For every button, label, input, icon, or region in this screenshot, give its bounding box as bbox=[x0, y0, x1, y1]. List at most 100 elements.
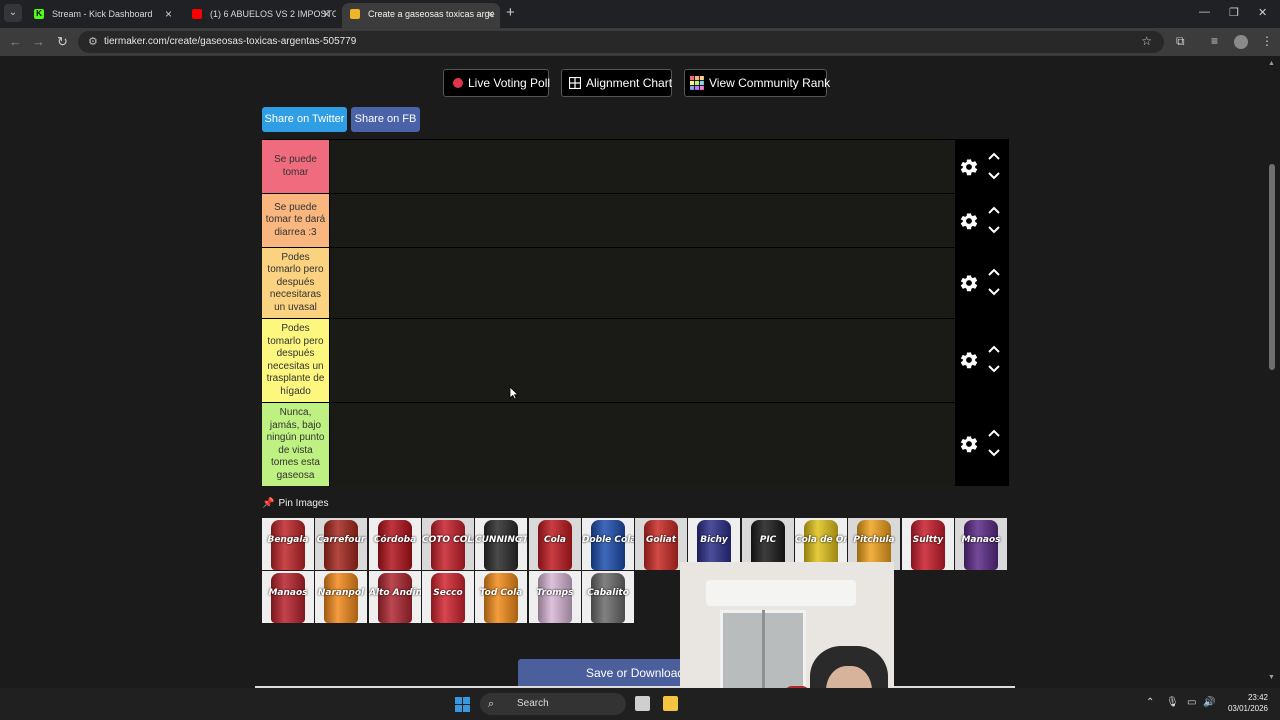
soda-image-tile[interactable]: Manaos bbox=[955, 518, 1007, 570]
soda-brand-label: Goliat bbox=[645, 535, 677, 545]
move-up-chevron-icon[interactable] bbox=[987, 428, 1001, 438]
soda-image-tile[interactable]: Sultty bbox=[902, 518, 954, 570]
browser-menu-icon[interactable]: ⋮ bbox=[1261, 34, 1273, 48]
soda-image-tile[interactable]: Tod Cola bbox=[475, 571, 527, 623]
microphone-icon[interactable]: 🎙 bbox=[1166, 697, 1179, 708]
scroll-down-arrow-icon[interactable]: ▼ bbox=[1268, 674, 1275, 681]
tier-colors-icon bbox=[690, 76, 704, 90]
tier-drop-zone[interactable] bbox=[329, 194, 955, 247]
air-conditioner bbox=[706, 580, 856, 606]
tier-drop-zone[interactable] bbox=[329, 248, 955, 318]
clock-time: 23:42 bbox=[1247, 693, 1268, 702]
tab-tiermaker[interactable]: Create a gaseosas toxicas arge × bbox=[342, 3, 500, 28]
tab-title: Create a gaseosas toxicas arge bbox=[368, 9, 495, 19]
network-icon[interactable]: ▭ bbox=[1187, 697, 1196, 708]
tab-kick-dashboard[interactable]: K Stream - Kick Dashboard × bbox=[26, 3, 178, 25]
share-fb-button[interactable]: Share on FB bbox=[351, 107, 420, 132]
taskbar-clock[interactable]: 23:42 03/01/2026 bbox=[1222, 692, 1268, 714]
soda-image-tile[interactable]: Alto Andino bbox=[369, 571, 421, 623]
scroll-up-arrow-icon[interactable]: ▲ bbox=[1268, 60, 1275, 67]
taskbar-search-box[interactable]: ⌕ Search bbox=[480, 693, 626, 715]
move-up-chevron-icon[interactable] bbox=[987, 151, 1001, 161]
task-view-icon[interactable] bbox=[635, 696, 650, 711]
bottle-shape bbox=[538, 573, 572, 623]
tier-label[interactable]: Se puede tomar bbox=[262, 140, 329, 193]
soda-image-tile[interactable]: Secco bbox=[422, 571, 474, 623]
volume-icon[interactable]: 🔊 bbox=[1203, 697, 1215, 708]
reload-icon[interactable]: ↻ bbox=[57, 34, 68, 50]
soda-image-tile[interactable]: Carrefour bbox=[315, 518, 367, 570]
soda-image-tile[interactable]: Cola bbox=[529, 518, 581, 570]
move-down-chevron-icon[interactable] bbox=[987, 364, 1001, 374]
move-down-chevron-icon[interactable] bbox=[987, 287, 1001, 297]
soda-image-tile[interactable]: CUNNINGTON bbox=[475, 518, 527, 570]
tier-row: Podes tomarlo pero después necesitas un … bbox=[262, 318, 1009, 402]
move-up-chevron-icon[interactable] bbox=[987, 267, 1001, 277]
move-down-chevron-icon[interactable] bbox=[987, 225, 1001, 235]
site-info-icon[interactable]: ⚙ bbox=[88, 35, 98, 48]
tab-youtube[interactable]: (1) 6 ABUELOS VS 2 IMPOSTOR × bbox=[184, 3, 336, 25]
tier-label[interactable]: Nunca, jamás, bajo ningún punto de vista… bbox=[262, 403, 329, 486]
address-field[interactable]: ⚙ tiermaker.com/create/gaseosas-toxicas-… bbox=[78, 31, 1164, 53]
tier-drop-zone[interactable] bbox=[329, 403, 955, 486]
extensions-icon[interactable]: ⧉ bbox=[1176, 34, 1185, 49]
new-tab-button[interactable]: + bbox=[506, 5, 515, 21]
show-hidden-icons-chevron-icon[interactable]: ⌃ bbox=[1146, 697, 1154, 708]
alignment-chart-button[interactable]: Alignment Chart bbox=[561, 69, 672, 97]
soda-image-tile[interactable]: Córdoba bbox=[369, 518, 421, 570]
pushpin-icon: 📌 bbox=[262, 498, 275, 509]
gear-icon[interactable] bbox=[959, 350, 979, 370]
tier-controls bbox=[955, 319, 1009, 402]
gear-icon[interactable] bbox=[959, 434, 979, 454]
live-voting-poll-button[interactable]: Live Voting Poll bbox=[443, 69, 550, 97]
tier-drop-zone[interactable] bbox=[329, 140, 955, 193]
tier-row: Se puede tomar bbox=[262, 139, 1009, 193]
windows-start-icon[interactable] bbox=[455, 697, 470, 712]
bottle-shape bbox=[591, 520, 625, 570]
tier-label[interactable]: Podes tomarlo pero después necesitaras u… bbox=[262, 248, 329, 318]
close-tab-icon[interactable]: × bbox=[487, 3, 494, 25]
soda-image-tile[interactable]: Bengala bbox=[262, 518, 314, 570]
pin-images-toggle[interactable]: 📌 Pin Images bbox=[262, 498, 328, 509]
forward-arrow-icon[interactable]: → bbox=[32, 34, 45, 49]
maximize-icon[interactable]: ❐ bbox=[1229, 6, 1239, 19]
share-twitter-button[interactable]: Share on Twitter bbox=[262, 107, 347, 132]
windows-taskbar: ⌕ Search ⌃ 🎙 ▭ 🔊 23:42 03/01/2026 bbox=[0, 688, 1280, 720]
page-scrollbar[interactable]: ▲ ▼ bbox=[1268, 60, 1276, 684]
view-community-rank-button[interactable]: View Community Rank bbox=[684, 69, 831, 97]
soda-image-tile[interactable]: Tromps bbox=[529, 571, 581, 623]
tab-search-chevron-icon[interactable]: ⌄ bbox=[4, 4, 22, 22]
bottle-shape bbox=[644, 520, 678, 570]
mouse-cursor-icon bbox=[509, 386, 519, 400]
scrollbar-thumb[interactable] bbox=[1269, 164, 1275, 370]
file-explorer-icon[interactable] bbox=[663, 696, 678, 711]
bookmark-star-icon[interactable]: ☆ bbox=[1141, 34, 1152, 48]
soda-image-tile[interactable]: Manaos bbox=[262, 571, 314, 623]
search-label: Search bbox=[517, 698, 549, 709]
bottle-shape bbox=[271, 520, 305, 570]
gear-icon[interactable] bbox=[959, 273, 979, 293]
soda-image-tile[interactable]: Doble Cola bbox=[582, 518, 634, 570]
profile-avatar[interactable] bbox=[1234, 35, 1248, 49]
soda-brand-label: PIC bbox=[759, 535, 777, 545]
community-rank-label: View Community Rank bbox=[709, 76, 831, 90]
gear-icon[interactable] bbox=[959, 211, 979, 231]
soda-image-tile[interactable]: Cabalito bbox=[582, 571, 634, 623]
gear-icon[interactable] bbox=[959, 157, 979, 177]
tier-label[interactable]: Podes tomarlo pero después necesitas un … bbox=[262, 319, 329, 402]
soda-image-tile[interactable]: COTO COLA bbox=[422, 518, 474, 570]
minimize-icon[interactable]: — bbox=[1199, 6, 1210, 18]
back-arrow-icon[interactable]: ← bbox=[9, 34, 22, 49]
close-tab-icon[interactable]: × bbox=[165, 3, 172, 25]
move-down-chevron-icon[interactable] bbox=[987, 171, 1001, 181]
window-close-icon[interactable]: ✕ bbox=[1258, 6, 1267, 19]
tier-label[interactable]: Se puede tomar te dará diarrea :3 bbox=[262, 194, 329, 247]
media-controls-icon[interactable]: ≡ bbox=[1211, 34, 1218, 48]
close-tab-icon[interactable]: × bbox=[323, 3, 330, 25]
move-up-chevron-icon[interactable] bbox=[987, 205, 1001, 215]
move-up-chevron-icon[interactable] bbox=[987, 344, 1001, 354]
move-down-chevron-icon[interactable] bbox=[987, 448, 1001, 458]
tier-controls bbox=[955, 403, 1009, 486]
tier-drop-zone[interactable] bbox=[329, 319, 955, 402]
soda-image-tile[interactable]: Naranpol bbox=[315, 571, 367, 623]
